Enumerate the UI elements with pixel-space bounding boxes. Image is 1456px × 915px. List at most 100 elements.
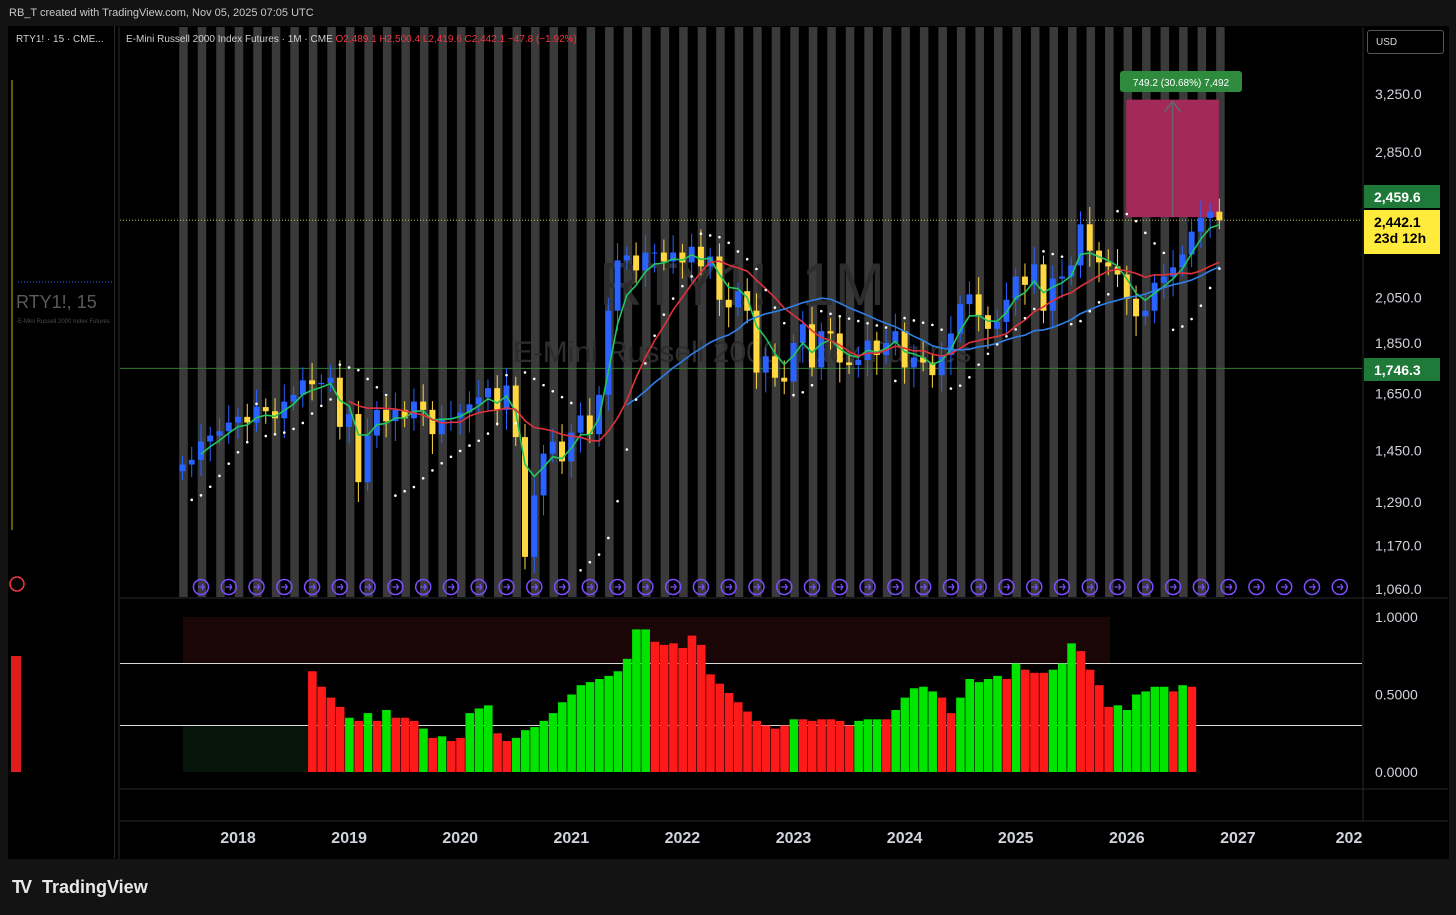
sar-dot bbox=[403, 489, 406, 493]
sar-dot bbox=[801, 390, 805, 394]
legend-name: E-Mini Russell 2000 Index Futures · 1M ·… bbox=[126, 34, 333, 45]
osc-bar bbox=[1150, 686, 1160, 772]
osc-bar bbox=[437, 736, 447, 772]
candle-body bbox=[614, 260, 621, 311]
osc-lower-zone bbox=[183, 725, 308, 772]
sar-dot bbox=[236, 450, 240, 454]
month-band bbox=[586, 27, 596, 597]
sar-dot bbox=[968, 375, 971, 379]
time-tick-label: 2022 bbox=[665, 830, 701, 847]
sar-dot bbox=[1014, 328, 1017, 331]
candle-body bbox=[318, 382, 325, 385]
candle-body bbox=[633, 255, 640, 271]
candle-body bbox=[1003, 299, 1010, 322]
osc-bar bbox=[363, 713, 373, 772]
candle-body bbox=[346, 414, 353, 427]
osc-bar bbox=[641, 629, 650, 772]
main-chart-svg[interactable]: RTY1!, 1M E-Mini Russell 2000 Index Futur… bbox=[0, 0, 1456, 915]
tradingview-logo[interactable]: TV TradingView bbox=[12, 877, 148, 898]
sar-dot bbox=[597, 553, 601, 556]
sar-dot bbox=[292, 427, 295, 431]
osc-bar bbox=[835, 720, 845, 772]
osc-bar bbox=[909, 688, 919, 772]
sar-dot bbox=[579, 569, 582, 572]
event-arrow-icon bbox=[1225, 583, 1233, 591]
month-band bbox=[1068, 27, 1077, 597]
candle-body bbox=[660, 252, 667, 262]
sar-dot bbox=[264, 434, 268, 438]
osc-bar bbox=[882, 719, 891, 772]
candle-body bbox=[410, 401, 417, 419]
sar-dot bbox=[773, 306, 777, 309]
candle-body bbox=[244, 416, 251, 423]
candle-body bbox=[799, 324, 806, 343]
event-arrow-icon bbox=[336, 583, 344, 591]
month-band bbox=[327, 27, 336, 597]
event-arrow-icon bbox=[1170, 583, 1177, 591]
candle-body bbox=[373, 409, 380, 436]
candle-body bbox=[734, 291, 741, 308]
osc-bar bbox=[696, 644, 706, 772]
sar-dot bbox=[708, 234, 712, 237]
sar-dot bbox=[838, 314, 842, 318]
symbol-legend[interactable]: E-Mini Russell 2000 Index Futures · 1M ·… bbox=[126, 34, 577, 45]
event-arrow-icon bbox=[1336, 583, 1344, 591]
osc-bar bbox=[613, 671, 623, 772]
sar-dot bbox=[949, 387, 953, 390]
currency-button[interactable]: USD bbox=[1367, 30, 1444, 54]
osc-bar bbox=[493, 733, 502, 772]
osc-bar bbox=[650, 641, 660, 772]
candle-body bbox=[975, 294, 982, 316]
sar-dot bbox=[690, 275, 693, 278]
osc-bar bbox=[743, 711, 752, 772]
sar-dot bbox=[245, 440, 249, 444]
osc-bar bbox=[391, 717, 400, 772]
sar-dot bbox=[273, 432, 277, 436]
candle-body bbox=[827, 331, 834, 334]
sar-dot bbox=[977, 363, 980, 366]
sar-dot bbox=[449, 455, 453, 459]
price-tick-label: 1,170.0 bbox=[1375, 537, 1422, 553]
time-tick-label: 2027 bbox=[1220, 830, 1256, 847]
osc-bar bbox=[900, 697, 910, 772]
candle-body bbox=[429, 409, 436, 435]
sar-dot bbox=[671, 297, 675, 300]
candle-body bbox=[1058, 276, 1065, 279]
sar-dot bbox=[958, 384, 962, 387]
osc-bar bbox=[826, 719, 836, 772]
event-arrow-icon bbox=[781, 583, 788, 591]
candle-body bbox=[216, 431, 223, 436]
osc-bar bbox=[724, 692, 734, 772]
osc-bar bbox=[1085, 669, 1095, 772]
sar-dot bbox=[931, 323, 934, 327]
candle-body bbox=[235, 416, 241, 423]
month-band bbox=[938, 27, 947, 597]
osc-bar bbox=[317, 686, 326, 772]
sar-dot bbox=[338, 363, 342, 366]
time-tick-label: 202 bbox=[1336, 830, 1363, 847]
sar-dot bbox=[440, 461, 443, 465]
osc-bar bbox=[465, 713, 475, 772]
osc-bar bbox=[780, 725, 789, 772]
sar-dot bbox=[1134, 219, 1138, 223]
osc-bar bbox=[409, 720, 419, 772]
sar-dot bbox=[1190, 317, 1193, 321]
side-alert-icon bbox=[9, 576, 25, 592]
sar-dot bbox=[921, 321, 925, 325]
candle-body bbox=[771, 356, 778, 378]
sar-dot bbox=[995, 343, 999, 346]
osc-bar bbox=[956, 697, 965, 772]
osc-bar bbox=[752, 720, 762, 772]
sar-dot bbox=[894, 379, 897, 383]
candle-body bbox=[725, 299, 732, 308]
event-arrow-icon bbox=[1114, 583, 1122, 591]
sar-dot bbox=[514, 422, 518, 425]
month-band bbox=[234, 27, 244, 597]
sar-dot bbox=[1097, 301, 1101, 304]
candle-body bbox=[549, 441, 556, 454]
sar-dot bbox=[532, 377, 536, 381]
candle-body bbox=[762, 356, 769, 373]
osc-bar bbox=[678, 648, 687, 772]
legend-open: O2,489.1 bbox=[335, 34, 377, 45]
osc-bar bbox=[1104, 706, 1113, 772]
